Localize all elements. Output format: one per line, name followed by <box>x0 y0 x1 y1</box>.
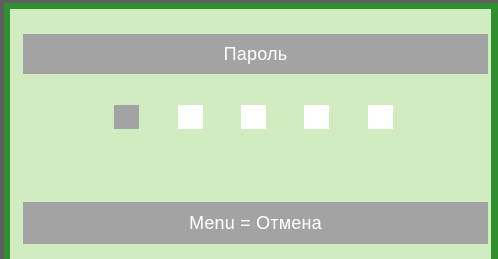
dialog-title: Пароль <box>23 34 488 74</box>
pin-slot-2[interactable] <box>178 105 203 129</box>
pin-slot-3[interactable] <box>241 105 266 129</box>
dialog-footer-hint: Menu = Отмена <box>23 202 488 244</box>
pin-slot-4[interactable] <box>304 105 329 129</box>
pin-slot-5[interactable] <box>368 105 393 129</box>
pin-slot-1[interactable] <box>114 105 139 129</box>
